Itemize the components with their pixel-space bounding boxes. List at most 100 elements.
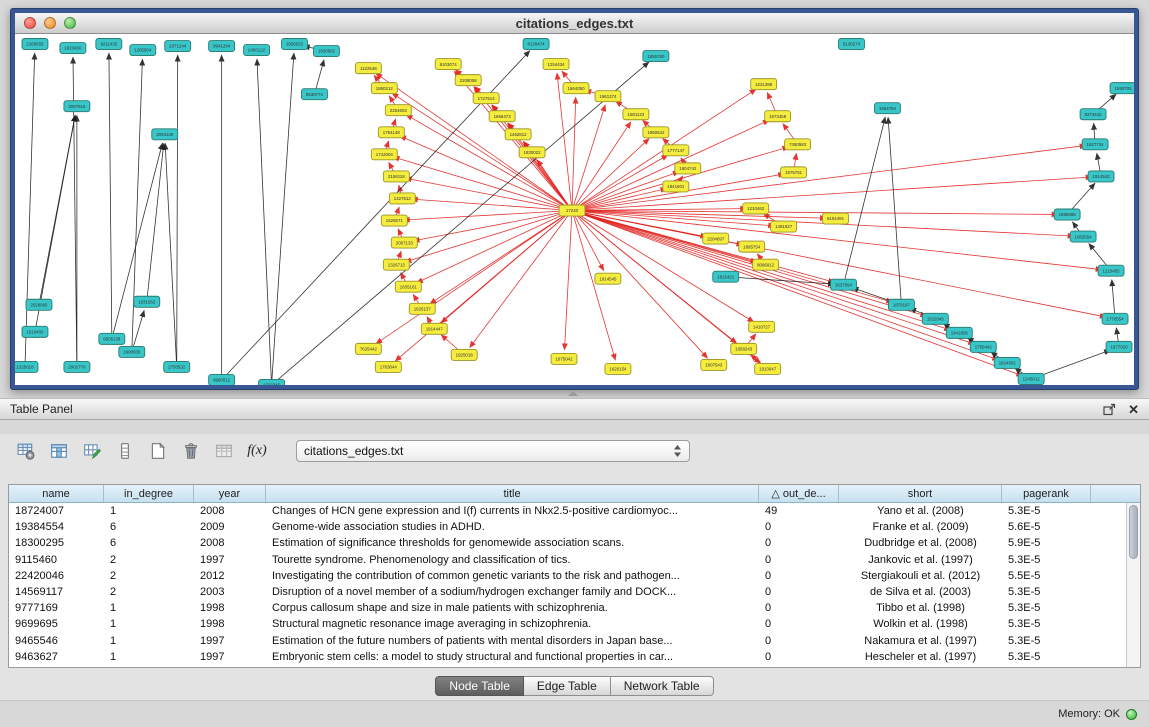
- table-scrollbar[interactable]: [1126, 503, 1140, 667]
- table-cell[interactable]: 49: [759, 505, 839, 517]
- network-node[interactable]: 1723345: [259, 379, 285, 385]
- network-node[interactable]: 8103074: [435, 59, 461, 70]
- network-node[interactable]: 1763044: [375, 361, 401, 372]
- network-node[interactable]: 1914447: [421, 323, 447, 334]
- new-document-icon[interactable]: [146, 439, 170, 463]
- network-node[interactable]: 1742004: [371, 149, 397, 160]
- network-node[interactable]: 8990512: [209, 374, 235, 385]
- network-node[interactable]: 1082554: [1070, 231, 1096, 242]
- network-node[interactable]: 1325018: [15, 361, 38, 372]
- network-node[interactable]: 2450122: [244, 45, 270, 56]
- table-cell[interactable]: 5.5E-5: [1002, 570, 1091, 582]
- table-cell[interactable]: Changes of HCN gene expression and I(f) …: [266, 505, 759, 517]
- edit-table-icon[interactable]: [80, 439, 104, 463]
- table-cell[interactable]: Genome-wide association studies in ADHD.: [266, 521, 759, 533]
- network-node[interactable]: 1210462: [743, 203, 769, 214]
- network-node[interactable]: 2204697: [703, 233, 729, 244]
- network-node[interactable]: 1656473: [489, 111, 515, 122]
- column-header-in_degree[interactable]: in_degree: [104, 485, 194, 502]
- column-header-year[interactable]: year: [194, 485, 266, 502]
- table-cell[interactable]: 5.3E-5: [1002, 635, 1091, 647]
- table-cell[interactable]: 2008: [194, 505, 266, 517]
- network-node[interactable]: 1410727: [749, 321, 775, 332]
- network-node[interactable]: 1677020: [1106, 341, 1132, 352]
- network-node[interactable]: 1910405: [22, 326, 48, 337]
- network-edge[interactable]: [411, 199, 572, 210]
- network-edge[interactable]: [888, 117, 901, 305]
- table-cell[interactable]: 2003: [194, 586, 266, 598]
- column-header-out_de[interactable]: △ out_de...: [759, 485, 839, 502]
- network-node[interactable]: 3057516: [64, 101, 90, 112]
- network-edge[interactable]: [572, 211, 927, 317]
- network-node[interactable]: 1427512: [389, 193, 415, 204]
- table-cell[interactable]: Estimation of the future numbers of pati…: [266, 635, 759, 647]
- network-node[interactable]: 8130474: [523, 39, 549, 50]
- table-source-dropdown[interactable]: citations_edges.txt: [296, 440, 690, 462]
- network-node[interactable]: 1823400: [60, 43, 86, 54]
- table-cell[interactable]: 1: [104, 635, 194, 647]
- network-node[interactable]: 1462812: [505, 129, 531, 140]
- function-builder-icon[interactable]: f(x): [245, 439, 269, 463]
- table-cell[interactable]: 0: [759, 618, 839, 630]
- table-row[interactable]: 977716911998Corpus callosum shape and si…: [9, 600, 1140, 616]
- network-node[interactable]: 1860212: [371, 83, 397, 94]
- network-edge[interactable]: [565, 211, 573, 350]
- network-node[interactable]: 1816421: [713, 271, 739, 282]
- network-edge[interactable]: [406, 115, 572, 211]
- network-node[interactable]: 2902770: [64, 361, 90, 372]
- column-header-title[interactable]: title: [266, 485, 759, 502]
- table-cell[interactable]: Corpus callosum shape and size in male p…: [266, 602, 759, 614]
- table-cell[interactable]: 14569117: [9, 586, 104, 598]
- network-node[interactable]: 7625442: [355, 343, 381, 354]
- table-cell[interactable]: 1: [104, 618, 194, 630]
- network-node[interactable]: 1637094: [831, 279, 857, 290]
- network-node[interactable]: 1122548: [355, 63, 381, 74]
- table-cell[interactable]: 1997: [194, 651, 266, 663]
- network-edge[interactable]: [132, 59, 143, 352]
- network-node[interactable]: 1624502: [994, 357, 1020, 368]
- network-node[interactable]: 1326713: [383, 259, 409, 270]
- network-node[interactable]: 1650532: [282, 39, 308, 50]
- table-cell[interactable]: 1: [104, 505, 194, 517]
- network-node[interactable]: 1950542: [643, 127, 669, 138]
- table-row[interactable]: 946554611997Estimation of the future num…: [9, 633, 1140, 649]
- network-node[interactable]: 2254603: [385, 105, 411, 116]
- table-cell[interactable]: 5.3E-5: [1002, 505, 1091, 517]
- network-node[interactable]: 1727514: [473, 93, 499, 104]
- network-node[interactable]: 1841805: [946, 327, 972, 338]
- network-node[interactable]: 1655760: [643, 51, 669, 62]
- network-view-window[interactable]: citations_edges.txt 21606551823400921143…: [10, 8, 1139, 390]
- table-cell[interactable]: Tourette syndrome. Phenomenology and cla…: [266, 554, 759, 566]
- table-cell[interactable]: Dudbridge et al. (2008): [839, 537, 1002, 549]
- network-node[interactable]: 1830022: [519, 147, 545, 158]
- table-cell[interactable]: 2: [104, 586, 194, 598]
- network-edge[interactable]: [572, 211, 761, 364]
- column-header-short[interactable]: short: [839, 485, 1002, 502]
- network-window-title-bar[interactable]: citations_edges.txt: [15, 13, 1134, 34]
- zoom-window-icon[interactable]: [64, 17, 76, 29]
- delete-icon[interactable]: [179, 439, 203, 463]
- network-node[interactable]: 1664794: [874, 103, 900, 114]
- table-cell[interactable]: 0: [759, 570, 839, 582]
- network-edge[interactable]: [470, 211, 572, 348]
- import-table-icon[interactable]: [212, 439, 236, 463]
- network-edge[interactable]: [572, 211, 999, 360]
- table-cell[interactable]: 9777169: [9, 602, 104, 614]
- network-node[interactable]: 2526085: [26, 299, 52, 310]
- table-cell[interactable]: 5.3E-5: [1002, 602, 1091, 614]
- table-cell[interactable]: 1: [104, 651, 194, 663]
- network-node[interactable]: 9154491: [823, 213, 849, 224]
- table-cell[interactable]: 0: [759, 586, 839, 598]
- table-cell[interactable]: 5.6E-5: [1002, 521, 1091, 533]
- tab-edge-table[interactable]: Edge Table: [524, 676, 611, 696]
- network-node[interactable]: 1827734: [1082, 139, 1108, 150]
- network-node[interactable]: 8130274: [839, 39, 865, 50]
- panel-splitter[interactable]: [0, 390, 1149, 398]
- table-cell[interactable]: 0: [759, 554, 839, 566]
- network-edge[interactable]: [572, 145, 1086, 210]
- network-node[interactable]: 1664050: [563, 83, 589, 94]
- table-row[interactable]: 969969511998Structural magnetic resonanc…: [9, 616, 1140, 632]
- network-node[interactable]: 1254434: [543, 59, 569, 70]
- network-node[interactable]: 2750532: [164, 361, 190, 372]
- network-node[interactable]: 1550705: [1110, 83, 1134, 94]
